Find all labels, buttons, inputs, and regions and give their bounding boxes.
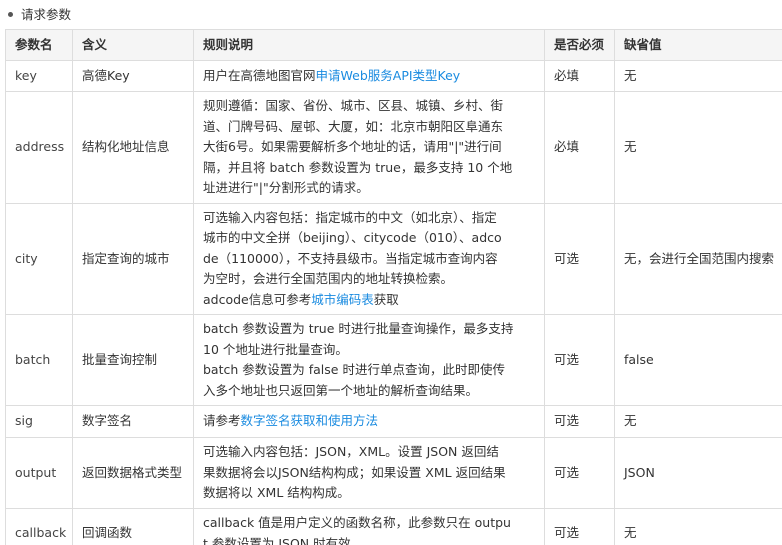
description-line: 10 个地址进行批量查询。 [203,340,535,361]
description-line: callback 值是用户定义的函数名称，此参数只在 outpu [203,513,535,534]
description-text: 10 个地址进行批量查询。 [203,341,348,357]
description-line: de（110000），不支持县级市。当指定城市查询内容 [203,249,535,270]
param-default: 无 [614,91,782,204]
doc-link[interactable]: 数字签名获取和使用方法 [241,413,379,428]
description-line: batch 参数设置为 false 时进行单点查询，此时即使传 [203,360,535,381]
description-text: 大街6号。如果需要解析多个地址的话，请用"|"进行间 [203,139,502,155]
description-line: t 参数设置为 JSON 时有效。 [203,534,535,545]
column-header-name: 参数名 [5,29,73,61]
table-row: callback 回调函数 callback 值是用户定义的函数名称，此参数只在… [5,508,782,545]
description-text: 隔，并且将 batch 参数设置为 true，最多支持 10 个地 [203,159,513,175]
description-line: 城市的中文全拼（beijing）、citycode（010）、adco [203,228,535,249]
description-text: batch 参数设置为 false 时进行单点查询，此时即使传 [203,362,505,377]
description-line: batch 参数设置为 true 时进行批量查询操作，最多支持 [203,319,535,340]
table-row: key 高德Key 用户在高德地图官网申请Web服务API类型Key 必填 无 [5,60,782,92]
section-title-text: 请求参数 [21,7,72,22]
param-required: 可选 [544,508,615,545]
description-text: 道、门牌号码、屋邨、大厦，如：北京市朝阳区阜通东 [203,118,504,134]
table-row: city 指定查询的城市 可选输入内容包括：指定城市的中文（如北京）、指定 城市的… [5,203,782,315]
param-meaning: 返回数据格式类型 [72,437,194,509]
param-meaning: 高德Key [72,60,194,92]
param-default: 无 [614,508,782,545]
description-line: 隔，并且将 batch 参数设置为 true，最多支持 10 个地 [203,158,535,179]
table-header-row: 参数名 含义 规则说明 是否必须 缺省值 [5,29,782,61]
description-line: 大街6号。如果需要解析多个地址的话，请用"|"进行间 [203,137,535,158]
description-line: 址进进行"|"分割形式的请求。 [203,178,535,199]
description-line: 为空时，会进行全国范围内的地址转换检索。 [203,269,535,290]
description-line: 用户在高德地图官网申请Web服务API类型Key [203,66,535,87]
param-name: output [5,437,73,509]
param-meaning: 批量查询控制 [72,314,194,406]
param-name: sig [5,405,73,438]
param-default: 无，会进行全国范围内搜索 [614,203,782,315]
description-text: 可选输入内容包括：指定城市的中文（如北京）、指定 [203,209,497,225]
param-description: 可选输入内容包括：JSON，XML。设置 JSON 返回结 果数据将会以JSON结… [193,437,545,509]
description-text: 获取 [373,291,399,307]
table-row: output 返回数据格式类型 可选输入内容包括：JSON，XML。设置 JSO… [5,437,782,509]
description-text: 请参考 [203,413,241,429]
description-text: 址进进行"|"分割形式的请求。 [203,180,369,196]
param-meaning: 结构化地址信息 [72,91,194,204]
param-default: 无 [614,405,782,438]
param-name: callback [5,508,73,545]
description-text: 果数据将会以JSON结构构成；如果设置 XML 返回结果 [203,464,506,480]
section-title: 请求参数 [8,4,71,26]
description-line: 道、门牌号码、屋邨、大厦，如：北京市朝阳区阜通东 [203,117,535,138]
param-required: 可选 [544,437,615,509]
description-text: 入多个地址也只返回第一个地址的解析查询结果。 [203,382,479,398]
table-row: sig 数字签名 请参考数字签名获取和使用方法 可选 无 [5,405,782,438]
param-name: key [5,60,73,92]
param-required: 可选 [544,405,615,438]
bullet-icon [8,12,13,17]
description-text: batch 参数设置为 true 时进行批量查询操作，最多支持 [203,321,514,336]
description-line: 可选输入内容包括：指定城市的中文（如北京）、指定 [203,208,535,229]
param-default: 无 [614,60,782,92]
description-text: 为空时，会进行全国范围内的地址转换检索。 [203,271,454,287]
param-description: callback 值是用户定义的函数名称，此参数只在 outpu t 参数设置为 … [193,508,545,545]
description-line: 可选输入内容包括：JSON，XML。设置 JSON 返回结 [203,442,535,463]
request-params-table: 参数名 含义 规则说明 是否必须 缺省值 key 高德Key 用户在高德地图官网… [5,29,782,545]
param-default: JSON [614,437,782,509]
description-text: 数据将以 XML 结构构成。 [203,485,350,501]
column-header-default: 缺省值 [614,29,782,61]
description-line: 规则遵循：国家、省份、城市、区县、城镇、乡村、街 [203,96,535,117]
param-required: 必填 [544,91,615,204]
column-header-meaning: 含义 [72,29,194,61]
param-required: 可选 [544,314,615,406]
description-line: 请参考数字签名获取和使用方法 [203,411,535,432]
param-name: address [5,91,73,204]
description-text: 用户在高德地图官网 [203,67,316,83]
description-text: 可选输入内容包括：JSON，XML。设置 JSON 返回结 [203,444,499,460]
description-text: de（110000），不支持县级市。当指定城市查询内容 [203,250,498,266]
param-default: false [614,314,782,406]
table-row: batch 批量查询控制 batch 参数设置为 true 时进行批量查询操作，… [5,314,782,406]
table-row: address 结构化地址信息 规则遵循：国家、省份、城市、区县、城镇、乡村、街… [5,91,782,204]
column-header-required: 是否必须 [544,29,615,61]
param-required: 必填 [544,60,615,92]
param-meaning: 指定查询的城市 [72,203,194,315]
param-meaning: 回调函数 [72,508,194,545]
description-text: t 参数设置为 JSON 时有效。 [203,535,364,545]
param-required: 可选 [544,203,615,315]
param-name: city [5,203,73,315]
doc-link[interactable]: 城市编码表 [311,292,374,307]
param-description: 请参考数字签名获取和使用方法 [193,405,545,438]
column-header-rule: 规则说明 [193,29,545,61]
description-line: 入多个地址也只返回第一个地址的解析查询结果。 [203,381,535,402]
description-line: adcode信息可参考城市编码表获取 [203,290,535,311]
param-meaning: 数字签名 [72,405,194,438]
description-text: adcode信息可参考 [203,291,312,307]
description-text: 规则遵循：国家、省份、城市、区县、城镇、乡村、街 [203,98,504,114]
param-name: batch [5,314,73,406]
param-description: 可选输入内容包括：指定城市的中文（如北京）、指定 城市的中文全拼（beijing）… [193,203,545,315]
description-line: 数据将以 XML 结构构成。 [203,483,535,504]
doc-link[interactable]: 申请Web服务API类型Key [316,68,461,83]
description-text: 城市的中文全拼（beijing）、citycode（010）、adco [203,230,502,246]
description-line: 果数据将会以JSON结构构成；如果设置 XML 返回结果 [203,463,535,484]
param-description: batch 参数设置为 true 时进行批量查询操作，最多支持 10 个地址进行批… [193,314,545,406]
param-description: 规则遵循：国家、省份、城市、区县、城镇、乡村、街 道、门牌号码、屋邨、大厦，如：北… [193,91,545,204]
description-text: callback 值是用户定义的函数名称，此参数只在 outpu [203,515,511,530]
param-description: 用户在高德地图官网申请Web服务API类型Key [193,60,545,92]
